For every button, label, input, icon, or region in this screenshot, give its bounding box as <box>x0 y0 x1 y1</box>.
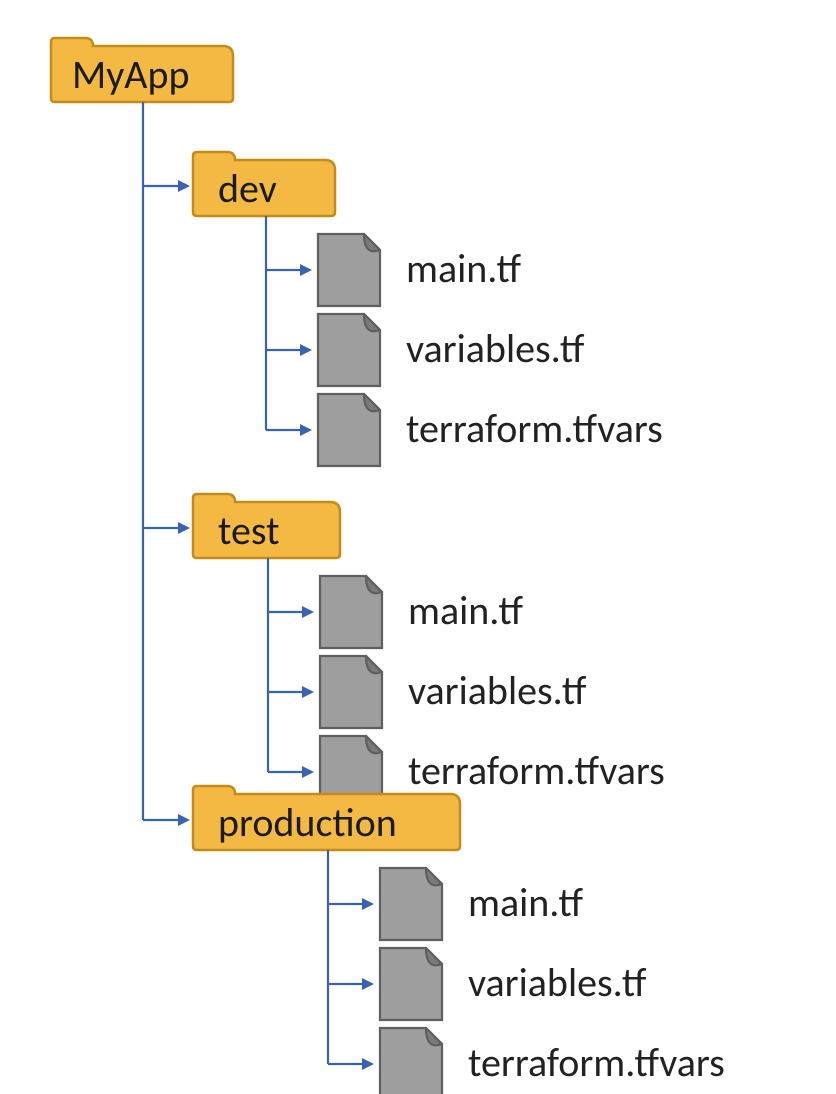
folder-test-label: test <box>218 506 279 555</box>
folder-production: production <box>193 786 460 850</box>
file-prod-3-label: terraform.tfvars <box>468 1038 725 1087</box>
file-icon <box>320 576 382 648</box>
arrow-icon <box>178 180 190 192</box>
file-prod-1-label: main.tf <box>468 878 584 927</box>
folder-root-label: MyApp <box>72 50 189 99</box>
folder-dev-label: dev <box>218 164 277 213</box>
folder-root: MyApp <box>51 38 233 102</box>
arrow-icon <box>362 978 374 990</box>
file-prod-2-label: variables.tf <box>468 958 647 1007</box>
file-icon <box>318 234 380 306</box>
file-dev-3-label: terraform.tfvars <box>406 404 663 453</box>
folder-production-label: production <box>218 798 397 847</box>
file-test-1-label: main.tf <box>408 586 524 635</box>
file-test-2-label: variables.tf <box>408 666 587 715</box>
file-icon <box>380 1028 442 1094</box>
file-test-3-label: terraform.tfvars <box>408 746 665 795</box>
arrow-icon <box>300 344 312 356</box>
arrow-icon <box>362 898 374 910</box>
arrow-icon <box>300 424 312 436</box>
arrow-icon <box>302 766 314 778</box>
arrow-icon <box>302 686 314 698</box>
arrow-icon <box>178 522 190 534</box>
arrow-icon <box>300 264 312 276</box>
arrow-icon <box>302 606 314 618</box>
file-icon <box>380 948 442 1020</box>
folder-dev: dev <box>193 152 335 216</box>
arrow-icon <box>178 814 190 826</box>
file-icon <box>380 868 442 940</box>
arrow-icon <box>362 1058 374 1070</box>
file-dev-2-label: variables.tf <box>406 324 585 373</box>
file-icon <box>320 656 382 728</box>
folder-test: test <box>193 494 340 558</box>
file-dev-1-label: main.tf <box>406 244 522 293</box>
file-icon <box>318 314 380 386</box>
file-icon <box>318 394 380 466</box>
